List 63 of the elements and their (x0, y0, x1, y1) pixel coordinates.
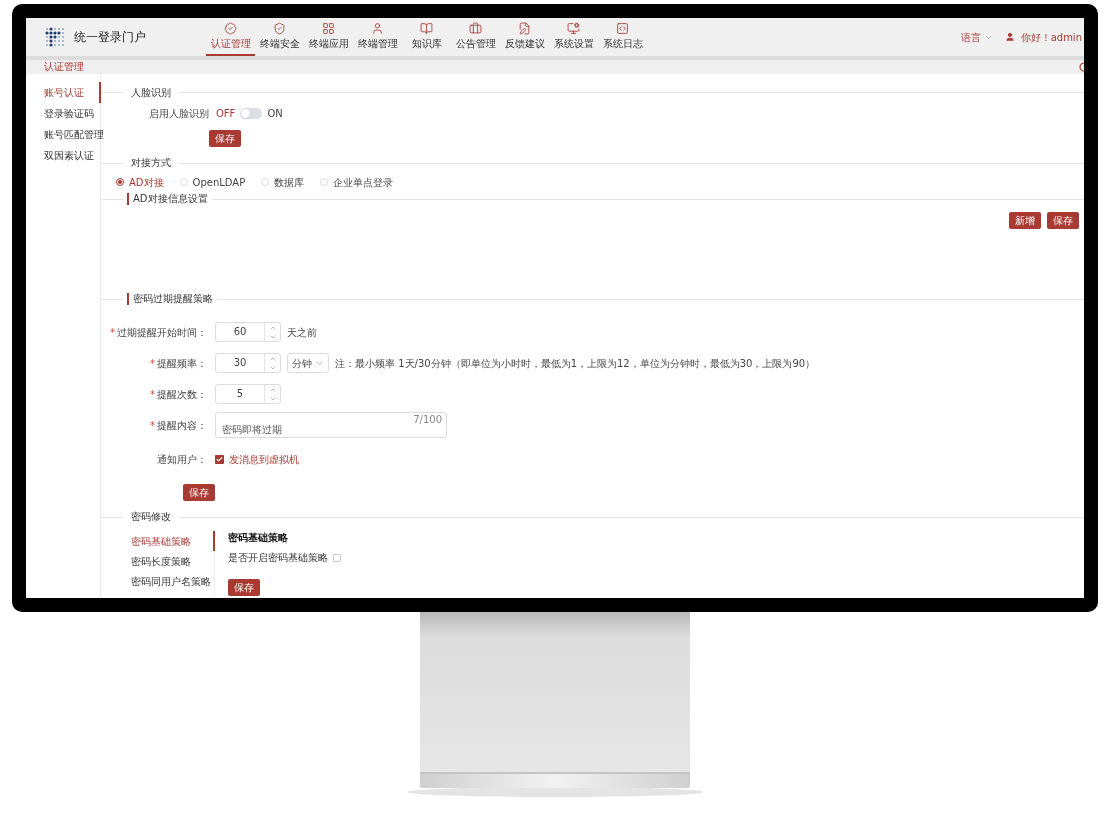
nav-tab[interactable]: 终端安全 (255, 18, 304, 56)
field-label: * 提醒频率： (150, 356, 207, 371)
section-title: 密码修改 (131, 511, 171, 523)
sidebar-item[interactable]: 账号认证 (26, 82, 101, 103)
number-field[interactable]: 30 (215, 353, 281, 373)
policy-tab[interactable]: 密码基础策略 (131, 531, 215, 551)
section-title: AD对接信息设置 (127, 193, 208, 205)
radio-option[interactable]: 数据库 (261, 174, 305, 190)
character-counter: 7/100 (413, 414, 442, 426)
save-button[interactable]: 保存 (228, 579, 260, 596)
nav-tab[interactable]: 知识库 (402, 18, 451, 56)
radio-option[interactable]: OpenLDAP (179, 174, 246, 190)
face-toggle[interactable] (240, 108, 263, 119)
save-button[interactable]: 保存 (1047, 212, 1079, 229)
book-icon (420, 21, 433, 35)
user-icon (371, 21, 384, 35)
nav-tab[interactable]: 系统设置 (549, 18, 598, 56)
radio-option[interactable]: AD对接 (116, 174, 164, 190)
save-button[interactable]: 保存 (209, 130, 241, 147)
document-edit-icon (518, 21, 531, 35)
field-label: 通知用户： (157, 453, 207, 467)
user-greeting[interactable]: 你好！admin (1020, 29, 1082, 45)
field-label: * 过期提醒开始时间： (110, 325, 207, 340)
briefcase-icon (469, 21, 482, 35)
code-window-icon (616, 21, 629, 35)
unit-select[interactable]: 分钟 (287, 353, 329, 373)
badge-check-icon (224, 21, 237, 35)
save-button[interactable]: 保存 (183, 484, 215, 501)
nav-tab[interactable]: 系统日志 (598, 18, 647, 56)
nav-tab[interactable]: 终端应用 (304, 18, 353, 56)
shield-check-icon (273, 21, 286, 35)
user-icon (1004, 32, 1015, 42)
grid-icon (322, 21, 335, 35)
field-label: * 提醒内容： (150, 418, 207, 433)
nav-tab[interactable]: 终端管理 (353, 18, 402, 56)
logo-icon (44, 26, 66, 48)
message-textarea[interactable]: 密码即将过期 7/100 (215, 412, 447, 438)
field-label: * 提醒次数： (150, 387, 207, 402)
number-field[interactable]: 60 (215, 322, 281, 342)
monitor-gear-icon (567, 21, 580, 35)
section-title: 密码过期提醒策略 (127, 293, 213, 305)
notify-checkbox[interactable]: 发消息到虚拟机 (215, 452, 299, 467)
on-label: ON (267, 107, 283, 121)
policy-checkbox[interactable]: 是否开启密码基础策略 (228, 550, 341, 565)
breadcrumb: 认证管理 (44, 61, 84, 73)
app-title: 统一登录门户 (74, 29, 146, 46)
nav-tab[interactable]: 公告管理 (451, 18, 500, 56)
unit-label: 天之前 (287, 325, 317, 340)
field-label: 启用人脸识别 (149, 107, 209, 121)
note-text: 注：最小频率 1天/30分钟（即单位为小时时，最低为1，上限为12，单位为分钟时，最低为30，上限为90） (335, 356, 816, 371)
sidebar-item[interactable]: 登录验证码 (26, 103, 101, 124)
section-title: 人脸识别 (131, 86, 171, 99)
language-dropdown[interactable]: 语言 (960, 29, 993, 45)
policy-tab[interactable]: 密码长度策略 (131, 551, 215, 571)
panel-title: 密码基础策略 (228, 531, 289, 545)
nav-tab[interactable]: 反馈建议 (500, 18, 549, 56)
off-label: OFF (216, 107, 236, 121)
add-button[interactable]: 新增 (1009, 212, 1041, 229)
policy-tab[interactable]: 密码同用户名策略 (131, 571, 215, 591)
section-title: 对接方式 (131, 157, 171, 169)
number-field[interactable]: 5 (215, 384, 281, 404)
sidebar-item[interactable]: 双因素认证 (26, 145, 101, 166)
radio-option[interactable]: 企业单点登录 (320, 174, 394, 190)
